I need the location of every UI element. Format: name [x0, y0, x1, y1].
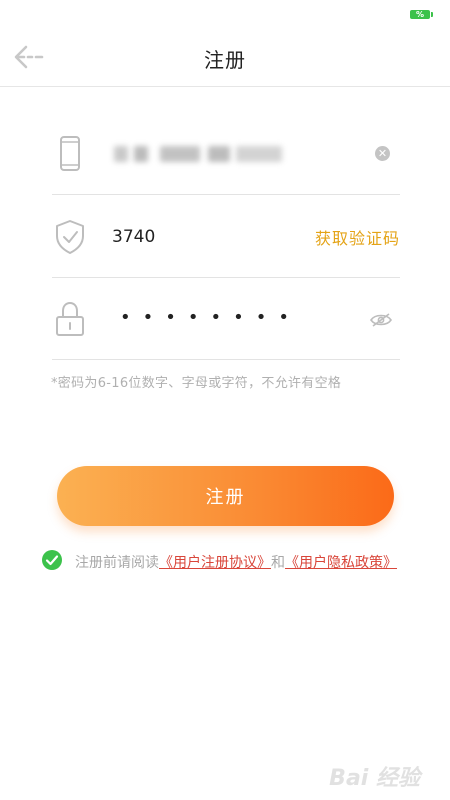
agreement-row: 注册前请阅读《用户注册协议》和《用户隐私政策》 — [42, 550, 442, 572]
phone-icon — [60, 136, 80, 171]
get-code-button[interactable]: 获取验证码 — [315, 225, 400, 249]
password-field[interactable]: •••••••• — [120, 307, 301, 328]
battery-icon: % — [410, 10, 433, 19]
code-row: 获取验证码 — [52, 195, 400, 278]
lock-icon — [56, 301, 84, 336]
clear-icon: ✕ — [377, 147, 388, 160]
agreement-text: 注册前请阅读《用户注册协议》和《用户隐私政策》 — [75, 552, 397, 572]
user-agreement-link[interactable]: 《用户注册协议》 — [159, 555, 271, 571]
shield-check-icon — [56, 220, 84, 254]
agree-checkbox[interactable] — [42, 550, 62, 570]
password-hint: *密码为6-16位数字、字母或字符，不允许有空格 — [51, 376, 342, 391]
clear-button[interactable]: ✕ — [375, 146, 390, 161]
verification-code-input[interactable] — [112, 223, 302, 251]
phone-field[interactable] — [112, 142, 287, 166]
phone-row: ✕ — [52, 112, 400, 195]
watermark: Bai 经验 — [329, 766, 420, 791]
agreement-prefix: 注册前请阅读 — [75, 555, 159, 571]
status-bar: % — [0, 0, 450, 28]
eye-hidden-icon[interactable] — [370, 313, 392, 327]
header: 注册 — [0, 28, 450, 87]
password-row: •••••••• — [52, 277, 400, 360]
agreement-conjunction: 和 — [271, 555, 285, 571]
checkmark-icon — [45, 555, 59, 566]
privacy-policy-link[interactable]: 《用户隐私政策》 — [285, 555, 397, 571]
page-title: 注册 — [204, 48, 246, 72]
register-button[interactable]: 注册 — [57, 466, 394, 526]
